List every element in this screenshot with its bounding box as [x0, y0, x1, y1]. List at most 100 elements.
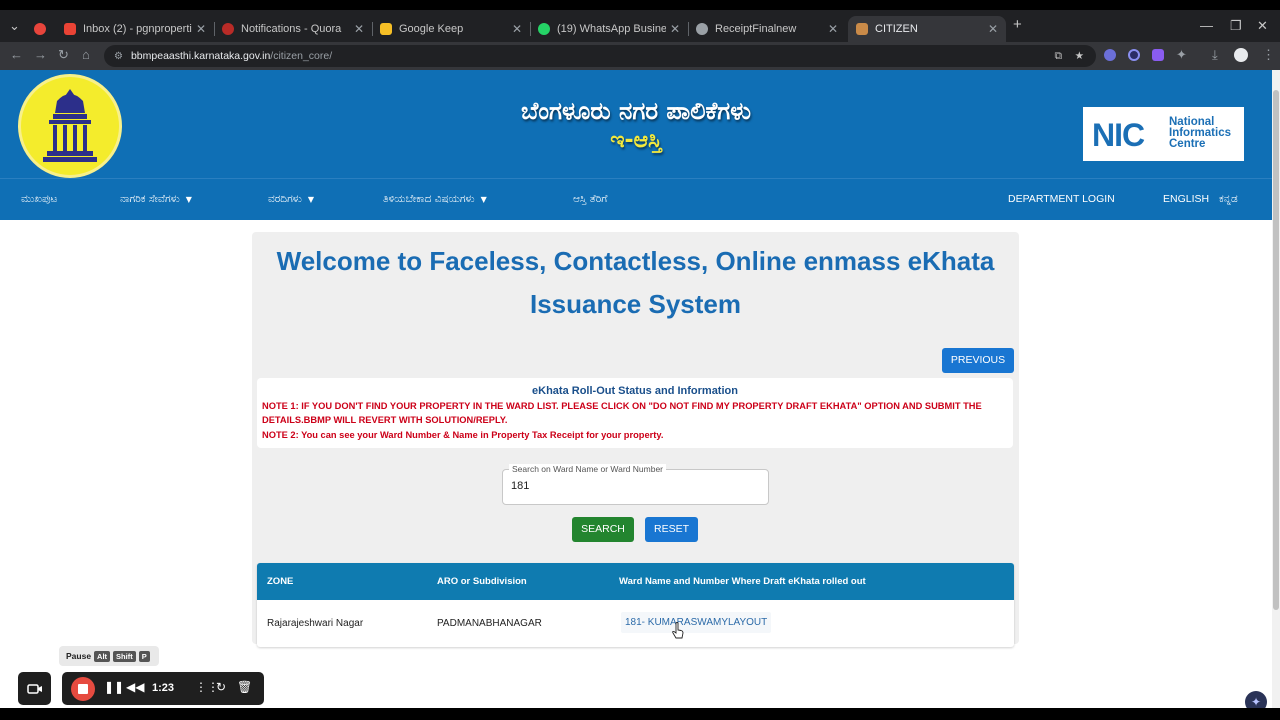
window-close-icon[interactable]: ✕: [1257, 18, 1268, 34]
forward-icon[interactable]: →: [34, 47, 47, 62]
nav-to-know[interactable]: ತಿಳಿಯಬೇಕಾದ ವಿಷಯಗಳು ▼: [383, 193, 487, 206]
tab-whatsapp[interactable]: (19) WhatsApp Business ✕: [530, 16, 688, 42]
main-panel: Welcome to Faceless, Contactless, Online…: [252, 232, 1019, 647]
install-icon[interactable]: ⧉: [1055, 50, 1063, 63]
ward-search-label: Search on Ward Name or Ward Number: [509, 464, 667, 474]
close-icon[interactable]: ✕: [828, 22, 838, 36]
profile-avatar[interactable]: [1234, 48, 1248, 62]
pause-icon[interactable]: ❚❚: [104, 680, 124, 694]
address-bar-row: ← → ↻ ⌂ ⚙ bbmpeaasthi.karnataka.gov.in/c…: [0, 42, 1280, 70]
main-navigation: ಮುಖಪುಟ ನಾಗರಿಕ ಸೇವೆಗಳು ▼ ವರದಿಗಳು ▼ ತಿಳಿಯಬೇಕ…: [0, 178, 1272, 220]
new-tab-icon[interactable]: +: [1013, 16, 1022, 33]
chevron-down-icon: ▼: [480, 195, 487, 204]
table-header: ZONE ARO or Subdivision Ward Name and Nu…: [257, 563, 1014, 600]
download-icon[interactable]: ⤓: [1212, 47, 1218, 63]
url-host: bbmpeaasthi.karnataka.gov.in: [130, 50, 271, 62]
tab-search-icon[interactable]: ⌄: [9, 18, 20, 34]
note-1: NOTE 1: IF YOU DON'T FIND YOUR PROPERTY …: [262, 401, 982, 425]
tab-title: CITIZEN: [875, 23, 918, 35]
tab-quora[interactable]: Notifications - Quora ✕: [214, 16, 372, 42]
globe-icon: [696, 23, 708, 35]
zone-cell: Rajarajeshwari Nagar: [267, 618, 364, 629]
chevron-down-icon: ▼: [185, 195, 192, 204]
nav-citizen-services[interactable]: ನಾಗರಿಕ ಸೇವೆಗಳು ▼: [120, 193, 192, 206]
pause-shortcut-hint: Pause Alt Shift P: [59, 646, 159, 666]
restore-icon[interactable]: ❐: [1230, 18, 1242, 34]
tab-citizen[interactable]: CITIZEN ✕: [848, 16, 1006, 42]
rollout-info-title: eKhata Roll-Out Status and Information: [532, 385, 738, 397]
tab-google-keep[interactable]: Google Keep ✕: [372, 16, 530, 42]
keep-icon: [380, 23, 392, 35]
column-header-aro: ARO or Subdivision: [437, 576, 527, 587]
nic-line-3: Centre: [1169, 138, 1206, 150]
department-login-link[interactable]: DEPARTMENT LOGIN: [1008, 193, 1115, 205]
chevron-down-icon: ▼: [307, 195, 314, 204]
trash-icon[interactable]: 🗑: [237, 680, 252, 694]
tab-receipt[interactable]: ReceiptFinalnew ✕: [688, 16, 846, 42]
close-icon[interactable]: ✕: [196, 22, 206, 36]
nic-logo-mark: NIC: [1092, 117, 1145, 153]
reload-icon[interactable]: ↻: [58, 47, 69, 63]
previous-button[interactable]: PREVIOUS: [942, 348, 1014, 373]
extension-icon[interactable]: [1128, 49, 1140, 61]
ward-link[interactable]: 181- KUMARASWAMYLAYOUT: [621, 612, 772, 633]
key-shift: Shift: [113, 650, 136, 662]
record-icon: [34, 23, 46, 35]
nav-reports[interactable]: ವರದಿಗಳು ▼: [268, 193, 314, 206]
tab-gmail[interactable]: Inbox (2) - pgnproperties@gm ✕: [56, 16, 214, 42]
browser-window: ⌄ Inbox (2) - pgnproperties@gm ✕ Notific…: [0, 10, 1280, 708]
close-icon[interactable]: ✕: [512, 22, 522, 36]
bbmp-emblem-logo: [18, 74, 122, 178]
nav-to-know-label: ತಿಳಿಯಬೇಕಾದ ವಿಷಯಗಳು: [383, 193, 475, 205]
page-title: Welcome to Faceless, Contactless, Online…: [276, 246, 995, 319]
url-path: /citizen_core/: [270, 50, 333, 62]
recorder-toolbar: ❚❚ ◀◀ 1:23 ⋮⋮ ↻ 🗑: [62, 672, 264, 705]
back-icon[interactable]: ←: [10, 47, 23, 62]
menu-kebab-icon[interactable]: ⋮: [1262, 47, 1275, 63]
key-alt: Alt: [94, 650, 111, 662]
tab-title: (19) WhatsApp Business: [557, 23, 666, 35]
hand-cursor-icon: [672, 622, 684, 639]
search-button[interactable]: SEARCH: [572, 517, 634, 542]
note-2: NOTE 2: You can see your Ward Number & N…: [262, 430, 664, 440]
whatsapp-icon: [538, 23, 550, 35]
sparkle-assistant-icon[interactable]: ✦: [1245, 691, 1267, 708]
extension-icon[interactable]: [1152, 49, 1164, 61]
video-camera-icon: [26, 683, 42, 694]
restart-icon[interactable]: ↻: [216, 680, 226, 694]
ward-search-input[interactable]: [511, 480, 751, 492]
nav-property-tax[interactable]: ಆಸ್ತಿ ತೆರಿಗೆ: [573, 193, 607, 206]
ward-search-field[interactable]: Search on Ward Name or Ward Number: [502, 464, 769, 505]
quora-icon: [222, 23, 234, 35]
url-input[interactable]: ⚙ bbmpeaasthi.karnataka.gov.in/citizen_c…: [104, 45, 1096, 67]
site-info-icon[interactable]: ⚙: [114, 51, 123, 62]
extension-icon[interactable]: [1104, 49, 1116, 61]
stop-recording-button[interactable]: [71, 677, 95, 701]
site-title-kannada: ಬೆಂಗಳೂರು ನಗರ ಪಾಲಿಕೆಗಳು: [521, 97, 751, 125]
extensions-puzzle-icon[interactable]: ✦: [1176, 47, 1187, 63]
camera-toggle-button[interactable]: [18, 672, 51, 705]
bookmark-star-icon[interactable]: ★: [1075, 50, 1084, 62]
close-icon[interactable]: ✕: [670, 22, 680, 36]
language-kannada[interactable]: ಕನ್ನಡ: [1219, 193, 1238, 206]
close-icon[interactable]: ✕: [354, 22, 364, 36]
nic-logo-text: National Informatics Centre: [1169, 116, 1231, 150]
reset-button[interactable]: RESET: [645, 517, 698, 542]
nav-home[interactable]: ಮುಖಪುಟ: [21, 193, 57, 206]
nav-reports-label: ವರದಿಗಳು: [268, 193, 302, 205]
page-scrollbar[interactable]: [1272, 70, 1280, 708]
gmail-icon: [64, 23, 76, 35]
tab-title: Inbox (2) - pgnproperties@gm: [83, 23, 192, 35]
tab-pinned[interactable]: [26, 16, 56, 42]
column-header-ward: Ward Name and Number Where Draft eKhata …: [619, 576, 866, 587]
minimize-icon[interactable]: —: [1200, 18, 1213, 33]
nic-logo: NIC National Informatics Centre: [1083, 107, 1244, 161]
recording-timer: 1:23: [152, 682, 175, 694]
scrollbar-thumb[interactable]: [1273, 90, 1279, 610]
home-icon[interactable]: ⌂: [82, 47, 90, 62]
rewind-icon[interactable]: ◀◀: [126, 680, 144, 694]
pause-hint-label: Pause: [66, 651, 92, 661]
ward-results-table: ZONE ARO or Subdivision Ward Name and Nu…: [257, 563, 1014, 647]
close-icon[interactable]: ✕: [988, 22, 998, 36]
language-english[interactable]: ENGLISH: [1163, 193, 1209, 205]
